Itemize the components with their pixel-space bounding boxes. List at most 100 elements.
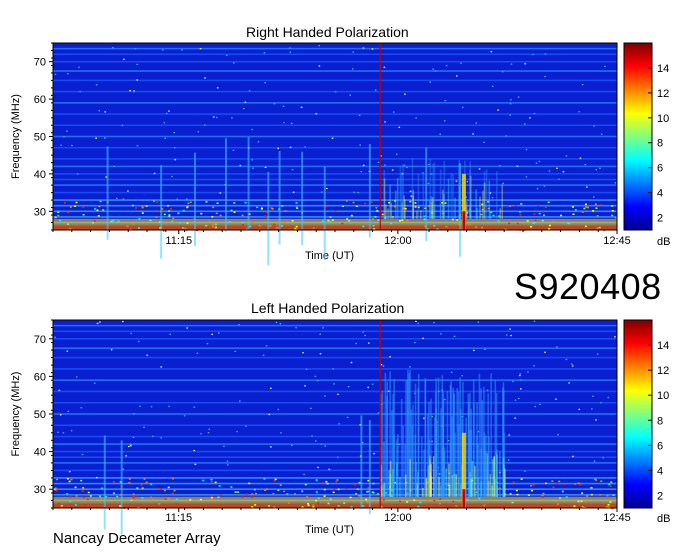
- noise-speckle: [197, 131, 200, 133]
- noise-speckle: [444, 398, 446, 401]
- noise-speckle: [362, 505, 365, 507]
- noise-speckle: [373, 452, 375, 455]
- noise-speckle: [219, 494, 222, 496]
- noise-speckle: [607, 503, 610, 506]
- noise-speckle: [325, 205, 328, 208]
- noise-speckle: [175, 498, 178, 501]
- noise-speckle: [95, 476, 98, 479]
- noise-speckle: [364, 202, 367, 205]
- noise-speckle: [138, 218, 141, 220]
- noise-speckle: [241, 214, 244, 217]
- colorbar-tick-label: 12: [657, 365, 669, 377]
- noise-speckle: [501, 71, 504, 73]
- noise-speckle: [98, 110, 100, 112]
- noise-speckle: [312, 504, 315, 506]
- noise-speckle: [398, 443, 401, 446]
- low-freq-core: [53, 225, 617, 230]
- noise-speckle: [524, 123, 526, 125]
- noise-speckle: [325, 187, 328, 190]
- noise-speckle: [570, 363, 573, 365]
- noise-speckle: [199, 498, 202, 501]
- noise-speckle: [79, 90, 81, 93]
- noise-speckle: [455, 180, 458, 182]
- noise-speckle: [307, 502, 310, 505]
- noise-speckle: [595, 479, 598, 481]
- noise-speckle: [370, 201, 373, 203]
- emission-streak: [429, 158, 432, 219]
- interference-band: [53, 178, 617, 181]
- noise-speckle: [539, 403, 541, 405]
- noise-speckle: [245, 425, 247, 427]
- noise-speckle: [543, 504, 546, 506]
- emission-streak: [479, 196, 481, 219]
- colorbar-tick-label: 4: [657, 465, 663, 477]
- interference-band: [53, 60, 617, 63]
- noise-speckle: [211, 495, 214, 498]
- colorbar-tick-label: 4: [657, 188, 663, 200]
- noise-speckle: [306, 496, 309, 498]
- noise-speckle: [168, 110, 170, 112]
- noise-speckle: [444, 99, 447, 102]
- noise-speckle: [318, 45, 320, 47]
- noise-speckle: [214, 481, 217, 484]
- colorbar-tick-label: 14: [657, 340, 669, 352]
- interference-band: [53, 146, 617, 149]
- noise-speckle: [193, 449, 196, 452]
- noise-speckle: [54, 73, 57, 76]
- noise-speckle: [382, 499, 385, 501]
- noise-speckle: [492, 227, 495, 230]
- noise-speckle: [264, 215, 267, 217]
- noise-speckle: [333, 488, 336, 491]
- noise-speckle: [374, 216, 377, 218]
- emission-streak: [430, 476, 433, 497]
- noise-speckle: [135, 207, 138, 209]
- noise-speckle: [432, 68, 434, 70]
- noise-speckle: [282, 105, 285, 107]
- noise-speckle: [398, 126, 401, 128]
- noise-speckle: [176, 198, 178, 200]
- noise-speckle: [520, 379, 522, 381]
- noise-speckle: [151, 498, 154, 501]
- emission-streak: [452, 173, 454, 219]
- y-tick-label: 30: [34, 484, 46, 496]
- noise-speckle: [337, 393, 339, 396]
- emission-streak: [465, 201, 468, 219]
- noise-speckle: [533, 320, 536, 322]
- noise-speckle: [251, 222, 254, 224]
- noise-speckle: [289, 47, 291, 49]
- noise-speckle: [596, 227, 599, 229]
- noise-speckle: [572, 213, 575, 216]
- x-tick-label: 12:45: [603, 512, 631, 524]
- noise-speckle: [472, 133, 474, 135]
- noise-speckle: [533, 222, 536, 224]
- noise-speckle: [75, 201, 78, 204]
- noise-speckle: [301, 506, 304, 508]
- burst-column: [194, 152, 196, 247]
- noise-speckle: [68, 480, 71, 483]
- burst-column: [247, 137, 250, 231]
- noise-speckle: [323, 495, 326, 497]
- noise-speckle: [374, 89, 377, 91]
- noise-speckle: [423, 417, 425, 419]
- noise-speckle: [63, 202, 66, 204]
- noise-speckle: [544, 75, 546, 78]
- noise-speckle: [483, 504, 486, 507]
- noise-speckle: [384, 164, 386, 166]
- noise-speckle: [292, 191, 295, 193]
- noise-speckle: [270, 446, 272, 448]
- burst-column: [301, 151, 304, 246]
- noise-speckle: [497, 220, 500, 222]
- noise-speckle: [556, 503, 559, 505]
- noise-speckle: [178, 222, 181, 224]
- noise-speckle: [98, 495, 101, 497]
- noise-speckle: [167, 486, 170, 489]
- noise-speckle: [196, 227, 199, 230]
- noise-speckle: [116, 495, 119, 498]
- noise-speckle: [239, 164, 241, 167]
- noise-speckle: [122, 468, 125, 470]
- emission-streak: [420, 210, 422, 219]
- noise-speckle: [372, 224, 375, 227]
- noise-speckle: [110, 349, 113, 351]
- noise-speckle: [132, 436, 135, 439]
- noise-speckle: [132, 495, 135, 498]
